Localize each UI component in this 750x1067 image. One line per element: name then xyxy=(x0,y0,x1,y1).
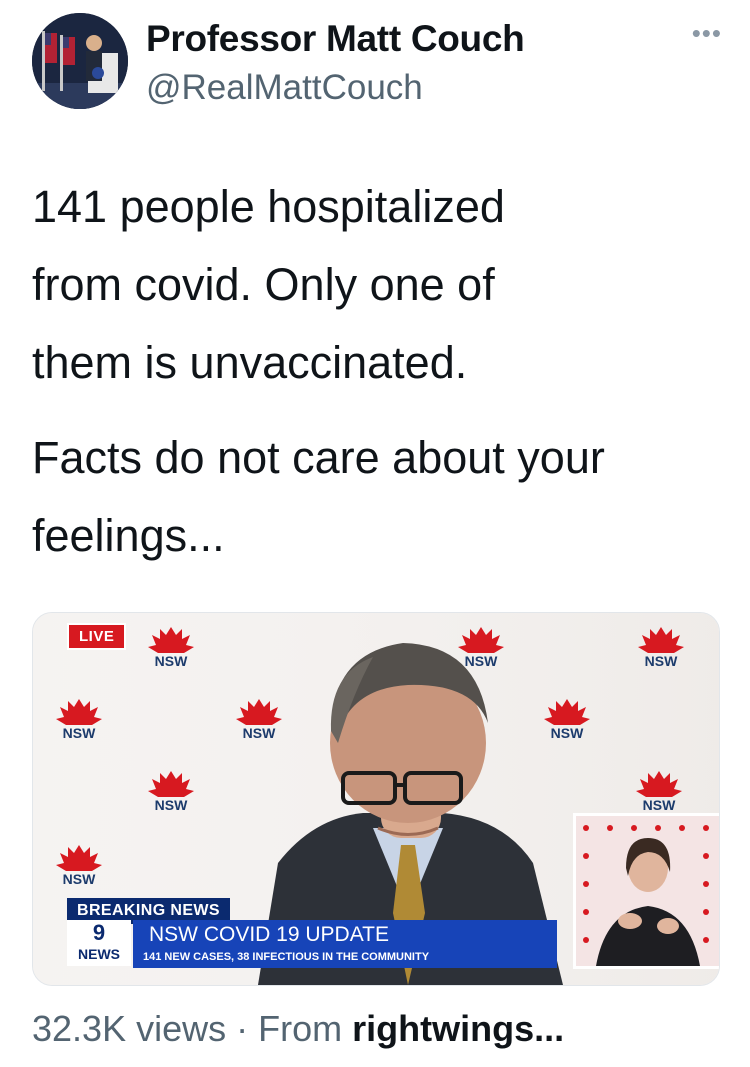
waratah-icon xyxy=(56,845,102,871)
nsw-logo: NSW xyxy=(141,769,201,825)
nsw-logo: NSW xyxy=(49,697,109,753)
ticker-subline: 141 NEW CASES, 38 INFECTIOUS IN THE COMM… xyxy=(143,951,430,963)
channel-label: NEWS xyxy=(78,946,120,962)
waratah-icon xyxy=(636,771,682,797)
channel-logo: 9 NEWS xyxy=(67,920,131,966)
nsw-logo: NSW xyxy=(229,697,289,753)
more-dots-icon[interactable]: ••• xyxy=(692,18,722,49)
source-link[interactable]: rightwings... xyxy=(352,1008,564,1049)
nsw-logo: NSW xyxy=(537,697,597,753)
waratah-icon xyxy=(148,627,194,653)
live-badge: LIVE xyxy=(67,623,127,650)
waratah-icon xyxy=(56,699,102,725)
view-count: 32.3K views xyxy=(32,1008,227,1049)
ticker-headline: NSW COVID 19 UPDATE xyxy=(149,923,389,946)
nsw-logo: NSW xyxy=(631,625,691,681)
sign-interpreter-inset xyxy=(573,813,719,969)
video-thumbnail[interactable]: LIVE NSW NSW NSW NSW NSW NSW NSW NSW NSW… xyxy=(32,612,720,986)
waratah-icon xyxy=(638,627,684,653)
author-name[interactable]: Professor Matt Couch xyxy=(146,18,525,60)
tweet-footer: 32.3K views · From rightwings... xyxy=(32,1008,564,1050)
news-ticker-bar: NSW COVID 19 UPDATE 141 NEW CASES, 38 IN… xyxy=(133,920,557,968)
nsw-logo: NSW xyxy=(451,625,511,681)
channel-number: 9 xyxy=(92,920,106,945)
waratah-icon xyxy=(544,699,590,725)
tweet-paragraph: Facts do not care about your feelings... xyxy=(32,432,605,561)
waratah-icon xyxy=(458,627,504,653)
nsw-logo: NSW xyxy=(141,625,201,681)
author-handle[interactable]: @RealMattCouch xyxy=(146,68,423,108)
tweet-text: 141 people hospitalized from covid. Only… xyxy=(32,168,722,575)
waratah-icon xyxy=(236,699,282,725)
tweet-paragraph: 141 people hospitalized from covid. Only… xyxy=(32,181,505,388)
avatar[interactable] xyxy=(32,13,128,109)
from-label: From xyxy=(258,1008,343,1049)
tweet-header: Professor Matt Couch @RealMattCouch ••• xyxy=(32,8,730,109)
waratah-icon xyxy=(148,771,194,797)
footer-separator: · xyxy=(236,1008,249,1049)
nsw-logo: NSW xyxy=(49,843,109,899)
interpreter-image xyxy=(576,816,719,966)
